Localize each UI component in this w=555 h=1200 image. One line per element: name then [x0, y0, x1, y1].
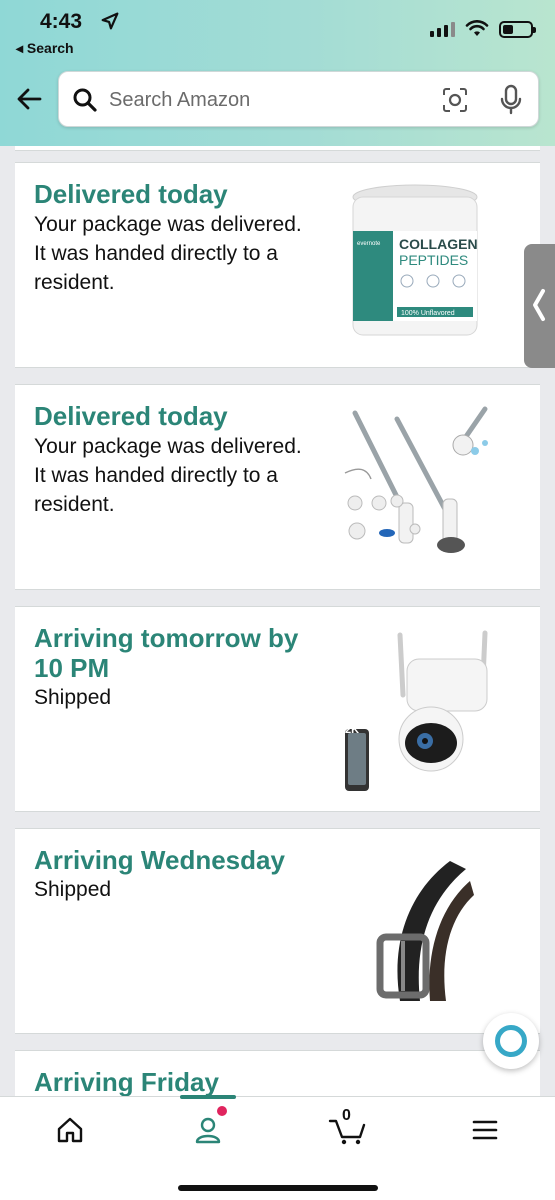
collagen-label-line1: COLLAGEN: [399, 236, 478, 252]
order-card[interactable]: Arriving Friday: [15, 1050, 540, 1096]
chevron-left-icon: [533, 289, 545, 321]
home-icon[interactable]: [55, 1115, 85, 1145]
previous-card-edge: [15, 146, 540, 151]
collagen-flavor-text: 100% Unflavored: [401, 310, 455, 317]
order-status-title: Arriving Wednesday: [34, 845, 285, 875]
account-icon[interactable]: [193, 1115, 223, 1145]
battery-icon: [499, 20, 536, 38]
security-camera-icon: 2K: [345, 630, 488, 791]
alexa-button[interactable]: [483, 1013, 539, 1069]
leather-belt-icon: [376, 861, 474, 1001]
notification-dot: [217, 1106, 227, 1116]
order-status-title: Arriving tomorrow by: [34, 623, 299, 653]
camera-2k-badge: 2K: [345, 724, 359, 736]
camera-scan-icon[interactable]: [441, 86, 469, 114]
order-status-title: Delivered today: [34, 179, 228, 209]
order-card[interactable]: Arriving tomorrow by 10 PM Shipped 2K: [15, 606, 540, 812]
orders-feed[interactable]: Delivered today Your package was deliver…: [0, 146, 555, 1096]
wifi-icon: [465, 20, 489, 36]
order-shipping-status: Shipped: [34, 878, 112, 901]
order-shipping-status: Shipped: [34, 686, 112, 709]
search-input[interactable]: [109, 89, 429, 112]
bottom-nav: 0: [0, 1095, 555, 1200]
alexa-icon: [495, 1025, 527, 1057]
order-status-title: 10 PM: [34, 653, 110, 683]
search-bar[interactable]: [58, 71, 539, 127]
back-to-search-link[interactable]: ◂ Search: [16, 40, 74, 57]
order-detail-line: Your package was delivered.: [34, 435, 302, 458]
microphone-icon[interactable]: [499, 84, 523, 116]
cart-count: 0: [342, 1107, 351, 1124]
collagen-label-line2: PEPTIDES: [399, 252, 468, 268]
order-detail-line: Your package was delivered.: [34, 213, 302, 236]
order-detail-line: resident.: [34, 271, 115, 294]
back-arrow-icon[interactable]: [14, 84, 44, 114]
order-detail-line: It was handed directly to a: [34, 464, 278, 487]
menu-icon[interactable]: [470, 1115, 500, 1145]
home-indicator: [178, 1185, 378, 1191]
collagen-peptides-jar-icon: evernote COLLAGEN PEPTIDES 100% Unflavor…: [352, 184, 478, 336]
order-status-title: Arriving Friday: [34, 1067, 219, 1096]
order-card[interactable]: Delivered today Your package was deliver…: [15, 162, 540, 368]
collagen-brand-text: evernote: [357, 241, 381, 247]
order-detail-line: resident.: [34, 493, 115, 516]
active-tab-indicator: [180, 1095, 236, 1099]
location-arrow-icon: [101, 12, 119, 30]
order-card[interactable]: Delivered today Your package was deliver…: [15, 384, 540, 590]
order-detail-line: It was handed directly to a: [34, 242, 278, 265]
order-status-title: Delivered today: [34, 401, 228, 431]
cell-signal-icon: [430, 21, 455, 37]
electric-spin-scrubber-icon: [344, 406, 488, 553]
side-panel-tab[interactable]: [524, 244, 555, 368]
header: 4:43 ◂ Search: [0, 0, 555, 146]
order-card[interactable]: Arriving Wednesday Shipped: [15, 828, 540, 1034]
status-indicators: [430, 20, 536, 38]
status-time: 4:43: [40, 10, 83, 33]
search-icon: [73, 88, 97, 112]
